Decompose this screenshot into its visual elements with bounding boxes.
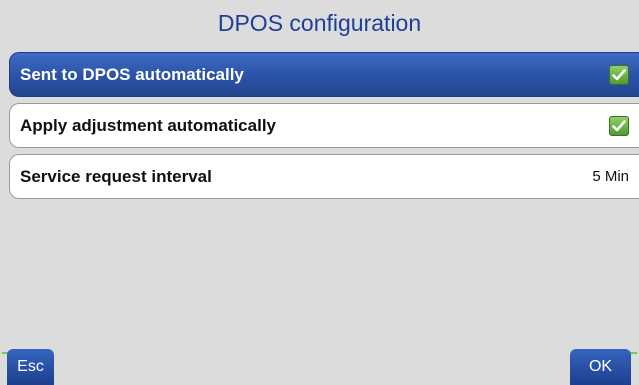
setting-label: Apply adjustment automatically [20,115,276,135]
checkbox-checked[interactable] [609,64,629,85]
setting-row-service-interval[interactable]: Service request interval 5 Min [9,154,639,199]
page-title: DPOS configuration [217,10,422,36]
ok-button[interactable]: OK [570,349,631,385]
dpos-config-screen: DPOS configuration Sent to DPOS automati… [0,0,639,385]
esc-button[interactable]: Esc [7,349,54,385]
check-icon [612,119,626,131]
check-icon [612,68,626,80]
setting-row-apply-adjustment[interactable]: Apply adjustment automatically [9,103,639,148]
setting-row-sent-to-dpos[interactable]: Sent to DPOS automatically [9,52,639,97]
setting-label: Sent to DPOS automatically [20,64,244,84]
setting-value: 5 Min [592,168,629,185]
checkbox-checked[interactable] [609,115,629,136]
setting-label: Service request interval [20,166,212,186]
